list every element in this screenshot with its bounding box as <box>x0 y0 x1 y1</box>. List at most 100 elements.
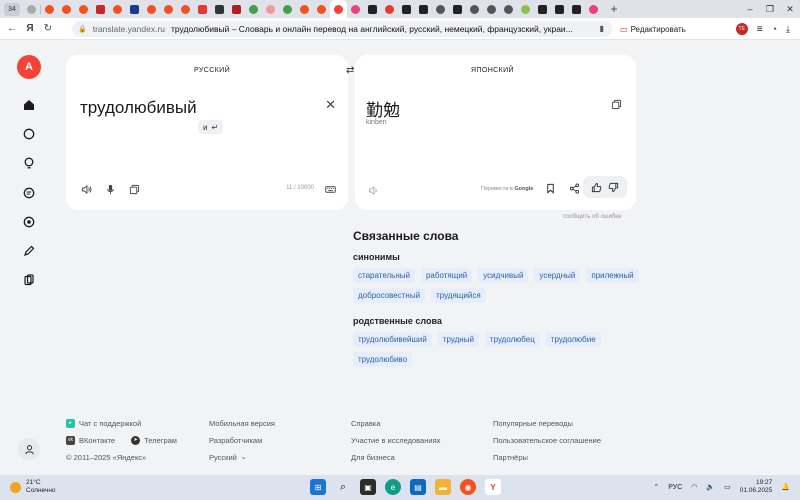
tab[interactable] <box>41 0 58 18</box>
bulb-icon[interactable] <box>22 156 36 170</box>
camera-icon[interactable] <box>22 215 36 229</box>
bookmark-icon[interactable] <box>544 182 556 194</box>
tab[interactable] <box>483 0 500 18</box>
file-explorer-icon[interactable]: ▬ <box>435 479 451 495</box>
tab[interactable] <box>568 0 585 18</box>
tab[interactable] <box>92 0 109 18</box>
tab-active[interactable] <box>330 0 347 18</box>
tab[interactable] <box>58 0 75 18</box>
developers-link[interactable]: Разработчикам <box>209 436 275 445</box>
yandex-translate-logo[interactable]: A <box>17 55 41 79</box>
pen-icon[interactable] <box>22 244 36 258</box>
tab[interactable] <box>211 0 228 18</box>
microphone-icon[interactable] <box>104 183 116 195</box>
message-icon[interactable] <box>22 186 36 200</box>
partners-link[interactable]: Партнёры <box>493 453 601 462</box>
tab[interactable] <box>466 0 483 18</box>
help-link[interactable]: Справка <box>351 419 440 428</box>
tab[interactable] <box>279 0 296 18</box>
edit-button[interactable]: ▭ Редактировать <box>620 22 686 36</box>
tab[interactable] <box>296 0 313 18</box>
tab[interactable] <box>551 0 568 18</box>
tab[interactable] <box>126 0 143 18</box>
back-icon[interactable]: ← <box>3 20 21 38</box>
clock[interactable]: 19:27 01.06.2025 <box>740 479 773 495</box>
tab[interactable] <box>75 0 92 18</box>
tab[interactable] <box>381 0 398 18</box>
telegram-link[interactable]: Телеграм <box>144 436 177 445</box>
cognate-chip[interactable]: трудолюбивейший <box>353 332 432 347</box>
clear-icon[interactable]: ✕ <box>325 97 336 113</box>
tab[interactable] <box>109 0 126 18</box>
research-link[interactable]: Участие в исследованиях <box>351 436 440 445</box>
speaker-icon[interactable] <box>367 184 379 196</box>
bookmark-icon[interactable]: ▮ <box>600 24 604 33</box>
yandex-browser-icon[interactable]: Y <box>485 479 501 495</box>
chat-translate-icon[interactable] <box>22 127 36 141</box>
edge-icon[interactable]: e <box>385 479 401 495</box>
business-link[interactable]: Для бизнеса <box>351 453 440 462</box>
minimize-icon[interactable]: – <box>740 0 760 18</box>
url-field[interactable]: 🔒 translate.yandex.ru трудолюбивый – Сло… <box>72 21 612 37</box>
tab[interactable] <box>585 0 602 18</box>
thumbs-up-icon[interactable] <box>591 181 603 193</box>
tab[interactable] <box>415 0 432 18</box>
tab[interactable] <box>347 0 364 18</box>
cognate-chip[interactable]: трудолюбие <box>545 332 601 347</box>
tab[interactable] <box>143 0 160 18</box>
home-icon[interactable] <box>22 98 36 112</box>
task-view-icon[interactable]: ▣ <box>360 479 376 495</box>
notification-icon[interactable]: 🔔 <box>781 483 790 491</box>
maximize-icon[interactable]: ❐ <box>760 0 780 18</box>
synonym-chip[interactable]: добросовестный <box>353 288 426 303</box>
keyboard-icon[interactable] <box>324 183 336 195</box>
copy-icon[interactable] <box>128 183 140 195</box>
cognate-chip[interactable]: трудолюбец <box>484 332 540 347</box>
report-error-link[interactable]: сообщить об ошибке <box>563 214 621 220</box>
keyboard-language[interactable]: РУС <box>668 484 682 491</box>
volume-icon[interactable]: 🔈 <box>706 483 715 491</box>
wifi-icon[interactable]: ◠ <box>691 483 697 491</box>
swap-languages-icon[interactable]: ⇄ <box>346 65 354 76</box>
synonym-chip[interactable]: прилежный <box>586 268 639 283</box>
tab[interactable] <box>364 0 381 18</box>
app-icon[interactable]: ◉ <box>460 479 476 495</box>
tab[interactable] <box>500 0 517 18</box>
source-text-input[interactable]: трудолюбивый <box>80 98 197 118</box>
vk-link[interactable]: ВКонтакте <box>79 436 115 445</box>
tab[interactable] <box>534 0 551 18</box>
profile-avatar[interactable]: TE <box>735 23 748 35</box>
store-icon[interactable]: ▤ <box>410 479 426 495</box>
weather-widget[interactable]: 21°C Солнечно <box>10 479 56 495</box>
tab[interactable] <box>517 0 534 18</box>
tab[interactable] <box>194 0 211 18</box>
cognate-chip[interactable]: трудный <box>437 332 479 347</box>
reload-icon[interactable]: ↻ <box>39 20 57 38</box>
synonym-chip[interactable]: усердный <box>534 268 581 283</box>
language-selector[interactable]: Русский ⌄ <box>209 453 275 462</box>
synonym-chip[interactable]: трудящийся <box>431 288 486 303</box>
battery-icon[interactable]: ▭ <box>724 483 731 491</box>
share-icon[interactable] <box>568 182 580 194</box>
tab[interactable] <box>449 0 466 18</box>
cognate-chip[interactable]: трудолюбиво <box>353 352 413 367</box>
search-icon[interactable]: ⌕ <box>335 479 351 495</box>
user-icon[interactable] <box>18 438 40 460</box>
tab[interactable] <box>313 0 330 18</box>
yandex-browser-icon[interactable]: Я <box>21 20 39 38</box>
tab[interactable] <box>432 0 449 18</box>
chevron-up-icon[interactable]: ⌃ <box>653 483 659 491</box>
synonym-chip[interactable]: старательный <box>353 268 415 283</box>
tab[interactable] <box>160 0 177 18</box>
tab-count-badge[interactable]: 34 <box>4 2 20 16</box>
menu-icon[interactable]: ≡ <box>757 24 763 35</box>
tab[interactable] <box>245 0 262 18</box>
speaker-icon[interactable] <box>80 183 92 195</box>
tab[interactable] <box>398 0 415 18</box>
synonym-chip[interactable]: усидчивый <box>478 268 529 283</box>
copy-translation-icon[interactable] <box>610 98 622 110</box>
windows-start-icon[interactable]: ⊞ <box>310 479 326 495</box>
thumbs-down-icon[interactable] <box>608 181 620 193</box>
synonym-chip[interactable]: работящий <box>420 268 473 283</box>
user-agreement-link[interactable]: Пользовательское соглашение <box>493 436 601 445</box>
